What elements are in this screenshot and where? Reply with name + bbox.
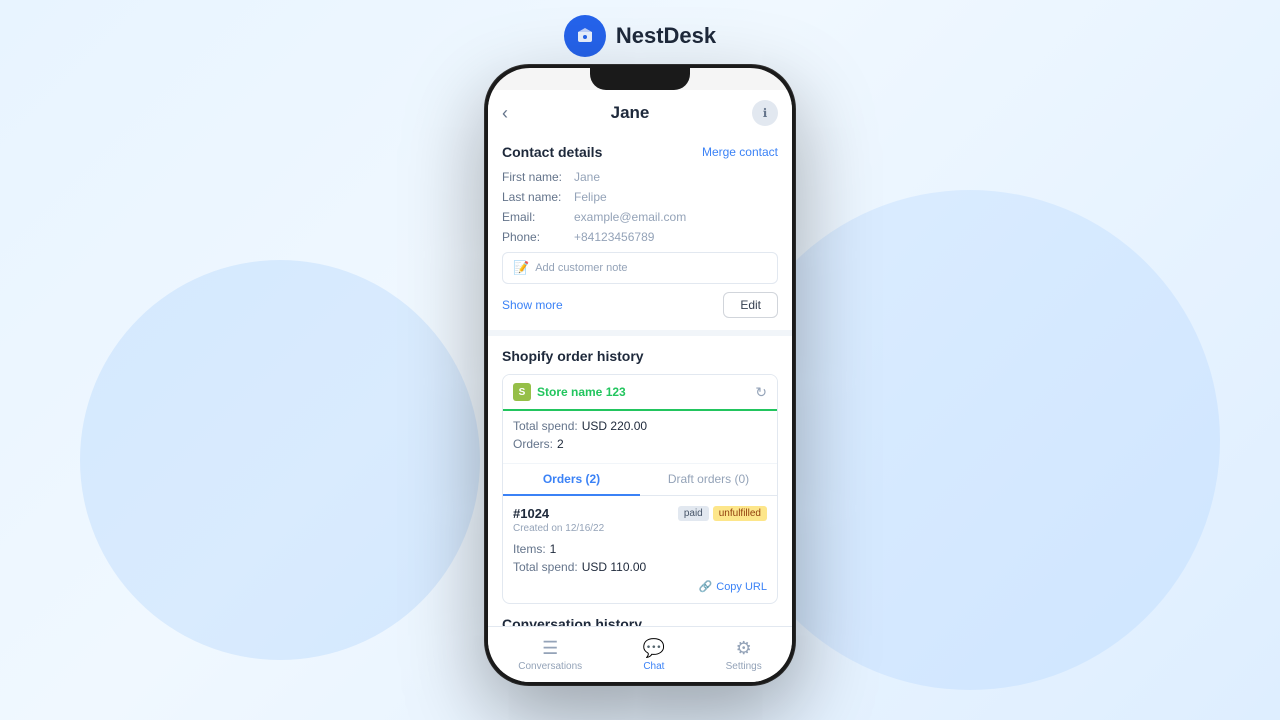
- conversations-icon: ☰: [542, 638, 558, 659]
- conversations-label: Conversations: [518, 661, 582, 672]
- section-header: Contact details Merge contact: [502, 144, 778, 160]
- badge-unfulfilled: unfulfilled: [713, 506, 767, 521]
- settings-icon: ⚙: [736, 638, 752, 659]
- field-firstname: First name: Jane: [502, 170, 778, 184]
- total-spend-value: USD 220.00: [582, 419, 647, 433]
- copy-url-icon: 🔗: [699, 580, 713, 593]
- order-top: #1024 Created on 12/16/22 paid unfulfill…: [513, 506, 767, 534]
- app-content: ‹ Jane ℹ Contact details Merge contact F…: [488, 90, 792, 626]
- page-title: Jane: [611, 103, 650, 123]
- shopify-title: Shopify order history: [502, 348, 778, 364]
- orders-count: 2: [557, 437, 564, 451]
- conversation-title: Conversation history: [502, 616, 778, 626]
- conversation-section: Conversation history: [488, 604, 792, 626]
- tab-draft[interactable]: Draft orders (0): [640, 464, 777, 496]
- copy-url-label: Copy URL: [716, 581, 767, 593]
- nav-item-chat[interactable]: 💬 Chat: [643, 638, 665, 672]
- nav-item-settings[interactable]: ⚙ Settings: [726, 638, 762, 672]
- badge-paid: paid: [678, 506, 709, 521]
- store-stats: Total spend: USD 220.00 Orders: 2: [503, 411, 777, 464]
- info-button[interactable]: ℹ: [752, 100, 778, 126]
- order-info: #1024 Created on 12/16/22: [513, 506, 604, 534]
- items-label: Items:: [513, 542, 546, 556]
- store-card: S Store name 123 ↻ Total spend: USD 220.…: [502, 374, 778, 604]
- phone-value: +84123456789: [574, 230, 654, 244]
- copy-url-row: 🔗 Copy URL: [513, 580, 767, 593]
- order-total-label: Total spend:: [513, 560, 578, 574]
- back-button[interactable]: ‹: [502, 103, 508, 124]
- order-number: #1024: [513, 506, 604, 521]
- store-name: Store name 123: [537, 385, 626, 399]
- store-name-row: S Store name 123: [513, 383, 626, 401]
- shopify-icon: S: [513, 383, 531, 401]
- firstname-value: Jane: [574, 170, 600, 184]
- orders-label: Orders:: [513, 437, 553, 451]
- chat-label: Chat: [643, 661, 664, 672]
- firstname-label: First name:: [502, 170, 574, 184]
- order-total-value: USD 110.00: [582, 560, 646, 574]
- store-header: S Store name 123 ↻: [503, 375, 777, 411]
- email-value: example@email.com: [574, 210, 686, 224]
- show-more-link[interactable]: Show more: [502, 298, 563, 312]
- tab-orders[interactable]: Orders (2): [503, 464, 640, 496]
- contact-details-section: Contact details Merge contact First name…: [488, 132, 792, 330]
- bg-circle-right: [720, 190, 1220, 690]
- lastname-value: Felipe: [574, 190, 607, 204]
- settings-label: Settings: [726, 661, 762, 672]
- brand-logo-icon: [564, 15, 606, 57]
- refresh-icon[interactable]: ↻: [755, 384, 767, 401]
- lastname-label: Last name:: [502, 190, 574, 204]
- order-total-row: Total spend: USD 110.00: [513, 560, 767, 574]
- copy-url-button[interactable]: 🔗 Copy URL: [699, 580, 767, 593]
- section-footer: Show more Edit: [502, 292, 778, 318]
- total-spend-row: Total spend: USD 220.00: [513, 419, 767, 433]
- phone-notch: [590, 68, 690, 90]
- order-item: #1024 Created on 12/16/22 paid unfulfill…: [503, 496, 777, 603]
- orders-row: Orders: 2: [513, 437, 767, 451]
- phone-frame: ‹ Jane ℹ Contact details Merge contact F…: [485, 65, 795, 685]
- shopify-section: Shopify order history S Store name 123 ↻…: [488, 336, 792, 604]
- order-date: Created on 12/16/22: [513, 523, 604, 534]
- phone-label: Phone:: [502, 230, 574, 244]
- phone-screen: ‹ Jane ℹ Contact details Merge contact F…: [488, 68, 792, 682]
- chat-icon: 💬: [643, 638, 665, 659]
- nav-header: ‹ Jane ℹ: [488, 90, 792, 132]
- total-spend-label: Total spend:: [513, 419, 578, 433]
- note-input[interactable]: 📝 Add customer note: [502, 252, 778, 284]
- merge-contact-link[interactable]: Merge contact: [702, 145, 778, 159]
- top-header: NestDesk: [0, 0, 1280, 72]
- section-title: Contact details: [502, 144, 602, 160]
- items-row: Items: 1: [513, 542, 767, 556]
- field-email: Email: example@email.com: [502, 210, 778, 224]
- edit-button[interactable]: Edit: [723, 292, 778, 318]
- field-phone: Phone: +84123456789: [502, 230, 778, 244]
- badge-row: paid unfulfilled: [678, 506, 767, 521]
- nav-item-conversations[interactable]: ☰ Conversations: [518, 638, 582, 672]
- note-icon: 📝: [513, 260, 529, 276]
- bottom-nav: ☰ Conversations 💬 Chat ⚙ Settings: [488, 626, 792, 682]
- items-value: 1: [550, 542, 557, 556]
- email-label: Email:: [502, 210, 574, 224]
- note-placeholder: Add customer note: [535, 262, 627, 274]
- bg-circle-left: [80, 260, 480, 660]
- brand-name: NestDesk: [616, 23, 716, 49]
- tabs-row: Orders (2) Draft orders (0): [503, 464, 777, 496]
- field-lastname: Last name: Felipe: [502, 190, 778, 204]
